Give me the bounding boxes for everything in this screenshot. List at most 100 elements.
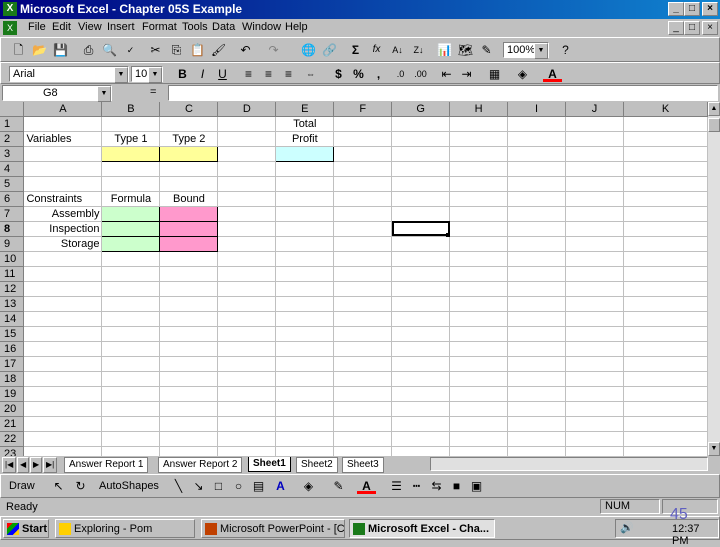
cell[interactable] bbox=[217, 386, 277, 402]
menu-window[interactable]: Window bbox=[242, 21, 281, 33]
cell[interactable] bbox=[449, 206, 509, 222]
column-header[interactable]: H bbox=[449, 102, 509, 117]
cell[interactable] bbox=[391, 326, 451, 342]
cell[interactable] bbox=[623, 311, 708, 327]
column-header[interactable]: F bbox=[333, 102, 393, 117]
cell[interactable] bbox=[217, 446, 277, 456]
cell-b6[interactable]: Formula bbox=[101, 191, 161, 207]
cell[interactable] bbox=[333, 206, 393, 222]
cell[interactable] bbox=[217, 401, 277, 417]
cell[interactable] bbox=[391, 191, 451, 207]
cell[interactable] bbox=[565, 356, 624, 372]
cell[interactable] bbox=[333, 356, 393, 372]
cell[interactable] bbox=[565, 311, 624, 327]
function-icon[interactable]: fx bbox=[367, 41, 386, 59]
maximize-button[interactable]: □ bbox=[684, 2, 700, 16]
cell[interactable] bbox=[217, 326, 277, 342]
cell[interactable] bbox=[275, 311, 335, 327]
cell[interactable] bbox=[565, 266, 624, 282]
cell[interactable] bbox=[23, 356, 103, 372]
chevron-down-icon[interactable]: ▼ bbox=[114, 67, 128, 83]
cell[interactable] bbox=[623, 401, 708, 417]
cell[interactable] bbox=[565, 221, 624, 237]
cell[interactable] bbox=[217, 281, 277, 297]
cell[interactable] bbox=[449, 356, 509, 372]
cell[interactable] bbox=[565, 176, 624, 192]
fill-handle[interactable] bbox=[446, 233, 450, 237]
cell[interactable] bbox=[23, 416, 103, 432]
next-sheet-icon[interactable]: ▶ bbox=[30, 457, 43, 473]
arrow-style-icon[interactable]: ⇆ bbox=[427, 477, 446, 495]
cell[interactable] bbox=[507, 221, 567, 237]
cell[interactable] bbox=[623, 191, 708, 207]
cell[interactable] bbox=[23, 326, 103, 342]
fill-color-icon[interactable]: ◈ bbox=[513, 65, 532, 83]
cell[interactable] bbox=[449, 341, 509, 357]
decrease-decimal-icon[interactable]: .00 bbox=[411, 65, 430, 83]
cell[interactable] bbox=[565, 281, 624, 297]
cell[interactable] bbox=[333, 416, 393, 432]
cell-j3[interactable] bbox=[565, 146, 624, 162]
horizontal-scrollbar[interactable] bbox=[430, 457, 708, 471]
line-style-icon[interactable]: ☰ bbox=[387, 477, 406, 495]
tab-sheet2[interactable]: Sheet2 bbox=[296, 457, 338, 473]
cell[interactable] bbox=[101, 311, 161, 327]
align-center-icon[interactable]: ≡ bbox=[259, 65, 278, 83]
cell[interactable] bbox=[275, 266, 335, 282]
column-header[interactable]: I bbox=[507, 102, 567, 117]
cell[interactable] bbox=[507, 236, 567, 252]
hyperlink-icon[interactable]: 🔗 bbox=[320, 41, 339, 59]
row-header[interactable]: 16 bbox=[0, 341, 25, 357]
cell-b3[interactable] bbox=[101, 145, 161, 162]
cell[interactable] bbox=[565, 416, 624, 432]
cell-f3[interactable] bbox=[333, 146, 393, 162]
chart-wizard-icon[interactable]: 📊 bbox=[435, 41, 454, 59]
cell[interactable] bbox=[623, 221, 708, 237]
cell[interactable] bbox=[565, 431, 624, 447]
cell[interactable] bbox=[507, 191, 567, 207]
cell[interactable] bbox=[275, 176, 335, 192]
cell[interactable] bbox=[623, 176, 708, 192]
map-icon[interactable]: 🗺 bbox=[456, 41, 475, 59]
cell[interactable] bbox=[507, 446, 567, 456]
cell[interactable] bbox=[23, 161, 103, 177]
chevron-down-icon[interactable]: ▼ bbox=[97, 86, 111, 102]
cell[interactable] bbox=[159, 356, 219, 372]
save-icon[interactable]: 💾 bbox=[51, 41, 70, 59]
cell[interactable] bbox=[507, 266, 567, 282]
cell-c3[interactable] bbox=[159, 145, 219, 162]
cell-c2[interactable]: Type 2 bbox=[159, 131, 219, 147]
paste-icon[interactable]: 📋 bbox=[188, 41, 207, 59]
cell[interactable] bbox=[449, 161, 509, 177]
cell[interactable] bbox=[623, 416, 708, 432]
cell[interactable] bbox=[333, 296, 393, 312]
column-header[interactable]: B bbox=[101, 102, 161, 117]
fill-color-icon[interactable]: ◈ bbox=[299, 477, 318, 495]
cell-d1[interactable] bbox=[217, 116, 277, 132]
cell[interactable] bbox=[333, 236, 393, 252]
cell[interactable] bbox=[449, 326, 509, 342]
row-header[interactable]: 10 bbox=[0, 251, 25, 267]
cell[interactable] bbox=[507, 341, 567, 357]
arrow-icon[interactable]: ↘ bbox=[189, 477, 208, 495]
cell-b2[interactable]: Type 1 bbox=[101, 131, 161, 147]
cell-c9[interactable] bbox=[159, 235, 219, 252]
close-button[interactable]: × bbox=[702, 2, 718, 16]
cell[interactable] bbox=[507, 311, 567, 327]
cell[interactable] bbox=[159, 371, 219, 387]
cell[interactable] bbox=[391, 161, 451, 177]
column-header[interactable]: K bbox=[623, 102, 708, 117]
scroll-up-icon[interactable]: ▲ bbox=[708, 102, 720, 116]
cell-k2[interactable] bbox=[623, 131, 708, 147]
row-header[interactable]: 2 bbox=[0, 131, 25, 147]
cell[interactable] bbox=[507, 281, 567, 297]
font-color-icon[interactable]: A bbox=[357, 477, 376, 494]
font-select[interactable]: Arial ▼ bbox=[9, 66, 129, 83]
cut-icon[interactable]: ✂ bbox=[146, 41, 165, 59]
cell[interactable] bbox=[449, 446, 509, 456]
cell[interactable] bbox=[333, 251, 393, 267]
cell[interactable] bbox=[333, 326, 393, 342]
autoshapes-menu[interactable]: AutoShapes bbox=[99, 480, 159, 492]
scroll-down-icon[interactable]: ▼ bbox=[708, 442, 720, 456]
cell-g3[interactable] bbox=[391, 146, 451, 162]
